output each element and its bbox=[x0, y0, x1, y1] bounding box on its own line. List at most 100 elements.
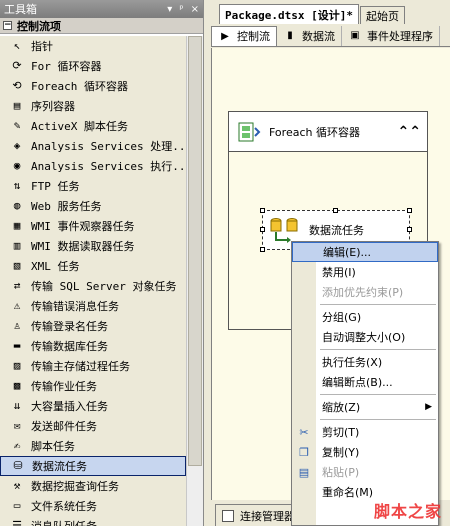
foreach-header[interactable]: Foreach 循环容器 ⌃⌃ bbox=[229, 112, 427, 152]
section-label: 控制流项 bbox=[17, 19, 61, 33]
event-handler-icon: ▣ bbox=[350, 30, 360, 41]
toolbox-panel: 工具箱 ▾ ᵖ × − 控制流项 ↖ 指针 ⟳ For 循环容器 ⟲ Foreach 循环… bbox=[0, 0, 204, 526]
toolbox-item-label: 序列容器 bbox=[31, 100, 75, 113]
toolbox-item-label: For 循环容器 bbox=[31, 60, 102, 73]
toolbox-item-label: Web 服务任务 bbox=[31, 200, 102, 213]
menu-item[interactable]: 编辑断点(B)... bbox=[292, 372, 438, 392]
toolbox-item[interactable]: ⇄ 传输 SQL Server 对象任务 bbox=[0, 276, 186, 296]
toolbox-item[interactable]: ✎ ActiveX 脚本任务 bbox=[0, 116, 186, 136]
tab-data-flow-label: 数据流 bbox=[302, 29, 335, 43]
resize-handle[interactable] bbox=[260, 208, 265, 213]
toolbox-item[interactable]: ⇅ FTP 任务 bbox=[0, 176, 186, 196]
pin-icon[interactable]: ᵖ bbox=[179, 4, 183, 15]
toolbox-item-label: 传输 SQL Server 对象任务 bbox=[31, 280, 177, 293]
toolbox-item[interactable]: ♙ 传输登录名任务 bbox=[0, 316, 186, 336]
resize-handle[interactable] bbox=[260, 247, 265, 252]
designer-sub-tabs: ▶ 控制流 ▮ 数据流 ▣ 事件处理程序 bbox=[211, 25, 450, 47]
toolbox-item[interactable]: ☰ 消息队列任务 bbox=[0, 516, 186, 526]
toolbox-title-bar: 工具箱 ▾ ᵖ × bbox=[0, 0, 203, 18]
toolbox-item-label: 传输错误消息任务 bbox=[31, 300, 119, 313]
transfer-logins-icon: ♙ bbox=[13, 319, 21, 332]
toolbox-item[interactable]: ▥ WMI 数据读取器任务 bbox=[0, 236, 186, 256]
menu-item[interactable]: 缩放(Z) ▶ bbox=[292, 397, 438, 417]
analysis-execute-icon: ◉ bbox=[13, 159, 21, 172]
menu-item[interactable]: ❐ 复制(Y) bbox=[292, 442, 438, 462]
toolbox-item-label: 脚本任务 bbox=[31, 440, 75, 453]
tab-package-design[interactable]: Package.dtsx [设计]* bbox=[219, 4, 359, 24]
menu-item-label: 分组(G) bbox=[322, 311, 362, 324]
cut-icon: ✂ bbox=[299, 425, 309, 439]
resize-handle[interactable] bbox=[333, 208, 338, 213]
toolbox-item[interactable]: ⛁ 数据流任务 bbox=[0, 456, 186, 476]
toolbox-item[interactable]: ✉ 发送邮件任务 bbox=[0, 416, 186, 436]
toolbox-item-label: Analysis Services 处理... bbox=[31, 140, 186, 153]
toolbox-item[interactable]: ↖ 指针 bbox=[0, 36, 186, 56]
toolbox-item-label: WMI 数据读取器任务 bbox=[31, 240, 135, 253]
menu-item[interactable]: 分组(G) bbox=[292, 307, 438, 327]
file-system-icon: ▭ bbox=[13, 499, 21, 512]
resize-handle[interactable] bbox=[407, 227, 412, 232]
toolbox-item[interactable]: ▬ 传输数据库任务 bbox=[0, 336, 186, 356]
toolbox-item[interactable]: ▭ 文件系统任务 bbox=[0, 496, 186, 516]
toolbox-item[interactable]: ⇊ 大容量插入任务 bbox=[0, 396, 186, 416]
transfer-jobs-icon: ▩ bbox=[13, 379, 21, 392]
toolbox-item[interactable]: ▤ 序列容器 bbox=[0, 96, 186, 116]
toolbox-item[interactable]: ▧ XML 任务 bbox=[0, 256, 186, 276]
menu-item[interactable]: 禁用(I) bbox=[292, 262, 438, 282]
close-icon[interactable]: × bbox=[191, 4, 199, 15]
toolbox-item-label: WMI 事件观察器任务 bbox=[31, 220, 135, 233]
foreach-loop-icon bbox=[237, 120, 261, 144]
xml-icon: ▧ bbox=[13, 259, 21, 272]
tab-data-flow[interactable]: ▮ 数据流 bbox=[277, 25, 342, 46]
wmi-event-icon: ▦ bbox=[13, 219, 21, 232]
tab-start-page[interactable]: 起始页 bbox=[359, 6, 405, 24]
toolbox-item-label: 传输作业任务 bbox=[31, 380, 97, 393]
collapse-icon[interactable]: − bbox=[3, 21, 12, 30]
toolbox-item[interactable]: ▨ 传输主存储过程任务 bbox=[0, 356, 186, 376]
transfer-stored-proc-icon: ▨ bbox=[13, 359, 21, 372]
script-icon: ✍ bbox=[13, 439, 21, 452]
wmi-data-icon: ▥ bbox=[13, 239, 21, 252]
toolbox-item[interactable]: ◉ Analysis Services 执行... bbox=[0, 156, 186, 176]
scrollbar-thumb[interactable] bbox=[188, 36, 202, 466]
toolbox-item-label: 数据流任务 bbox=[32, 460, 87, 473]
toolbox-scrollbar[interactable] bbox=[186, 36, 203, 526]
menu-item-label: 编辑断点(B)... bbox=[322, 376, 393, 389]
menu-item[interactable]: 执行任务(X) bbox=[292, 352, 438, 372]
toolbox-item-label: 发送邮件任务 bbox=[31, 420, 97, 433]
toolbox-item-label: Analysis Services 执行... bbox=[31, 160, 186, 173]
data-flow-icon: ⛁ bbox=[13, 459, 23, 472]
menu-item[interactable]: ✂ 剪切(T) bbox=[292, 422, 438, 442]
dropdown-icon[interactable]: ▾ bbox=[167, 4, 172, 15]
document-tabs: Package.dtsx [设计]* 起始页 bbox=[205, 0, 450, 24]
toolbox-section-header[interactable]: − 控制流项 bbox=[0, 18, 203, 34]
toolbox-item[interactable]: ⚠ 传输错误消息任务 bbox=[0, 296, 186, 316]
watermark: 脚本之家 bbox=[373, 502, 442, 521]
toolbox-item[interactable]: ▩ 传输作业任务 bbox=[0, 376, 186, 396]
resize-handle[interactable] bbox=[260, 227, 265, 232]
toolbox-item-label: Foreach 循环容器 bbox=[31, 80, 128, 93]
tab-control-flow[interactable]: ▶ 控制流 bbox=[211, 25, 277, 46]
menu-item-label: 自动调整大小(O) bbox=[322, 331, 406, 344]
menu-item[interactable]: 编辑(E)... bbox=[292, 242, 438, 262]
toolbox-item[interactable]: ◍ Web 服务任务 bbox=[0, 196, 186, 216]
toolbox-item[interactable]: ▦ WMI 事件观察器任务 bbox=[0, 216, 186, 236]
toolbox-item[interactable]: ⟳ For 循环容器 bbox=[0, 56, 186, 76]
resize-handle[interactable] bbox=[407, 208, 412, 213]
paste-icon: ▤ bbox=[298, 465, 310, 479]
data-mining-icon: ⚒ bbox=[13, 479, 21, 492]
tab-event-handlers[interactable]: ▣ 事件处理程序 bbox=[342, 25, 440, 46]
menu-item[interactable]: 自动调整大小(O) bbox=[292, 327, 438, 347]
toolbox-item[interactable]: ◈ Analysis Services 处理... bbox=[0, 136, 186, 156]
menu-item-label: 粘贴(P) bbox=[322, 466, 360, 479]
toolbox-item-label: 大容量插入任务 bbox=[31, 400, 108, 413]
transfer-error-icon: ⚠ bbox=[13, 299, 21, 312]
collapse-icon[interactable]: ⌃⌃ bbox=[398, 124, 421, 140]
toolbox-item[interactable]: ⚒ 数据挖掘查询任务 bbox=[0, 476, 186, 496]
menu-item-label: 执行任务(X) bbox=[322, 356, 383, 369]
toolbox-item[interactable]: ✍ 脚本任务 bbox=[0, 436, 186, 456]
menu-item-label: 重命名(M) bbox=[322, 486, 374, 499]
data-flow-task-icon bbox=[270, 218, 298, 243]
toolbox-item[interactable]: ⟲ Foreach 循环容器 bbox=[0, 76, 186, 96]
submenu-arrow-icon: ▶ bbox=[425, 402, 432, 412]
